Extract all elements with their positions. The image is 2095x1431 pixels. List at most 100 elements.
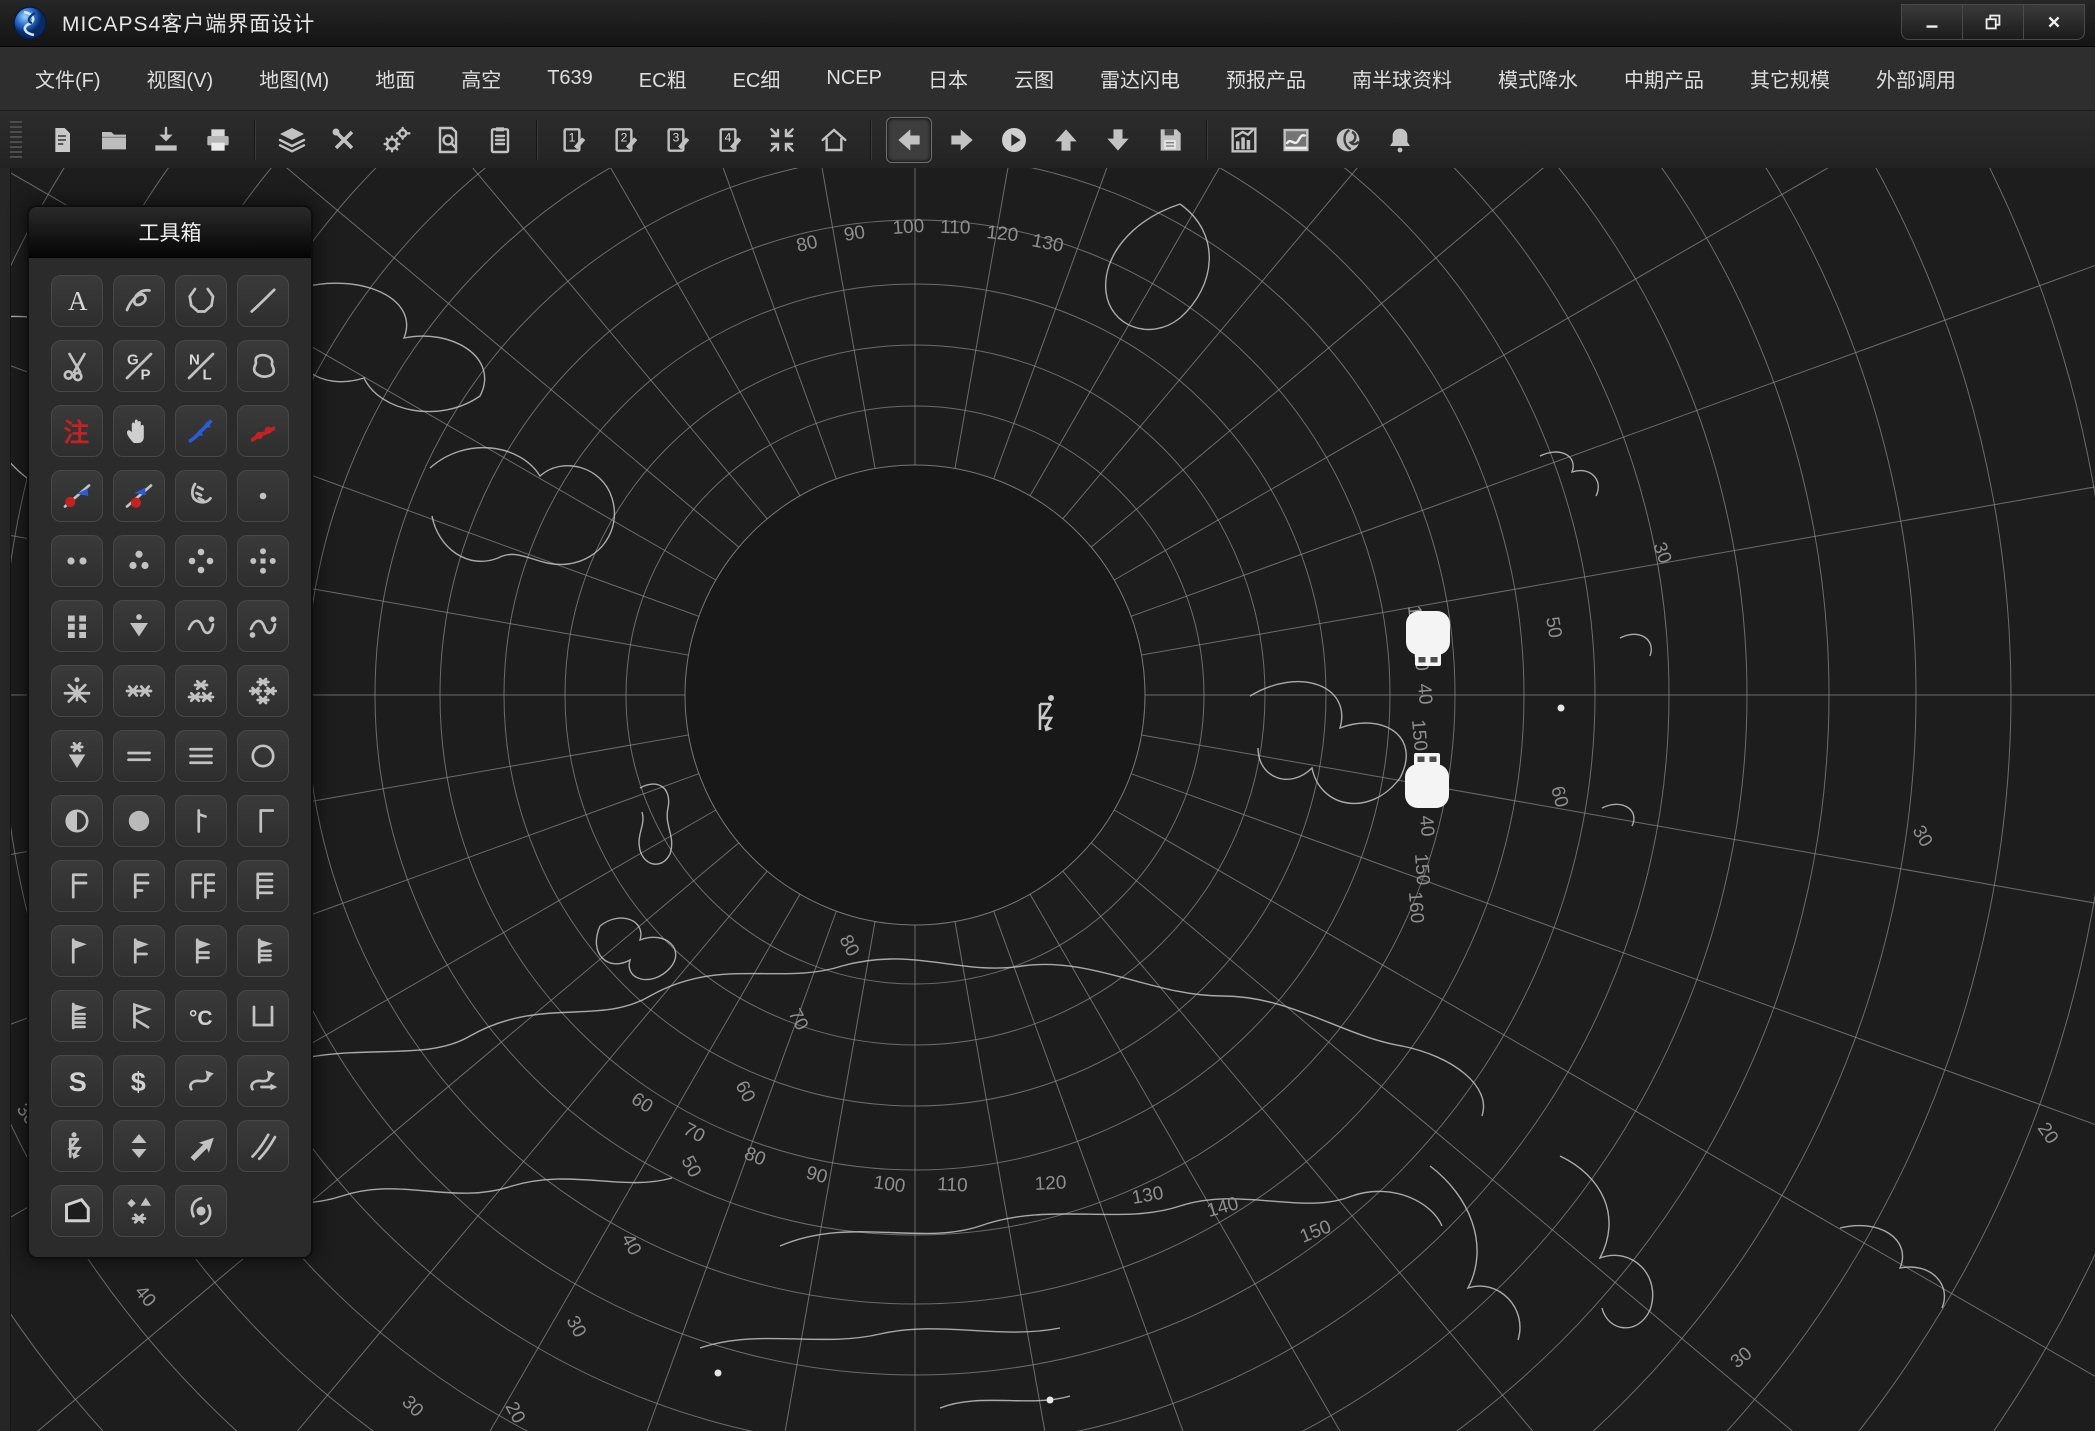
stat-chart-button[interactable]	[1222, 118, 1266, 162]
edit-page-3-button[interactable]: 3	[656, 118, 700, 162]
tool-scissors-cut[interactable]	[51, 340, 103, 392]
menu-item-6[interactable]: T639	[524, 67, 616, 90]
nav-back-button[interactable]	[886, 117, 932, 163]
curve-chart-button[interactable]	[1274, 118, 1318, 162]
tool-circle-half[interactable]	[51, 795, 103, 847]
save-download-button[interactable]	[144, 118, 188, 162]
tool-dots-four[interactable]	[175, 535, 227, 587]
tool-dots-three[interactable]	[113, 535, 165, 587]
tool-wave-dot[interactable]	[175, 600, 227, 652]
tool-dot-single[interactable]	[237, 470, 289, 522]
edit-page-2-button[interactable]: 2	[604, 118, 648, 162]
tool-flag-plain[interactable]	[51, 925, 103, 977]
nav-forward-button[interactable]	[940, 118, 984, 162]
menu-item-7[interactable]: EC粗	[616, 64, 710, 93]
tool-snow-star-dot[interactable]	[51, 665, 103, 717]
tool-snow-three[interactable]	[175, 665, 227, 717]
menu-item-10[interactable]: 日本	[905, 64, 991, 93]
tool-dots-five[interactable]	[237, 535, 289, 587]
tool-warm-front[interactable]	[237, 405, 289, 457]
nav-up-button[interactable]	[1044, 118, 1088, 162]
new-document-button[interactable]	[40, 118, 84, 162]
tool-flag-four-lines[interactable]	[51, 990, 103, 1042]
tool-curve-pen[interactable]	[113, 275, 165, 327]
tool-letter-s[interactable]: S	[51, 1055, 103, 1107]
tool-snow-two[interactable]	[113, 665, 165, 717]
toolbar-grip-handle[interactable]	[10, 121, 22, 159]
tool-flag-two-lines[interactable]	[175, 925, 227, 977]
tool-gp-switch[interactable]: GP	[113, 340, 165, 392]
home-button[interactable]	[812, 118, 856, 162]
tool-smooth-curve[interactable]	[237, 275, 289, 327]
toolbox-panel[interactable]: 工具箱 AGPNL注°CS$	[27, 205, 313, 1259]
menu-item-17[interactable]: 其它规模	[1727, 64, 1853, 93]
tool-double-curve[interactable]	[237, 1120, 289, 1172]
menu-item-14[interactable]: 南半球资料	[1329, 64, 1475, 93]
tool-cold-front[interactable]	[175, 405, 227, 457]
menu-item-15[interactable]: 模式降水	[1475, 64, 1601, 93]
menu-item-11[interactable]: 云图	[991, 64, 1077, 93]
tool-flag-one-line[interactable]	[113, 925, 165, 977]
menu-item-4[interactable]: 地面	[352, 64, 438, 93]
menu-item-1[interactable]: 文件(F)	[12, 64, 124, 93]
menu-item-18[interactable]: 外部调用	[1853, 64, 1979, 93]
tool-celsius[interactable]: °C	[175, 990, 227, 1042]
preview-document-button[interactable]	[426, 118, 470, 162]
tool-wave-two-dots[interactable]	[237, 600, 289, 652]
tool-barb-one[interactable]	[237, 795, 289, 847]
station-dot[interactable]	[1558, 705, 1565, 712]
tool-s-arrow[interactable]	[175, 1055, 227, 1107]
tool-text-a[interactable]: A	[51, 275, 103, 327]
tool-dots-two[interactable]	[51, 535, 103, 587]
shrink-view-button[interactable]	[760, 118, 804, 162]
tool-flag-three-lines[interactable]	[237, 925, 289, 977]
print-button[interactable]	[196, 118, 240, 162]
tools-button[interactable]	[322, 118, 366, 162]
tool-annotate-note[interactable]: 注	[51, 405, 103, 457]
settings-gears-button[interactable]	[374, 118, 418, 162]
tool-closed-curve[interactable]	[237, 340, 289, 392]
tool-barb-two[interactable]	[51, 860, 103, 912]
tool-symbol-combo[interactable]	[113, 1185, 165, 1237]
save-floppy-button[interactable]	[1148, 118, 1192, 162]
menu-item-16[interactable]: 中期产品	[1601, 64, 1727, 93]
menu-item-5[interactable]: 高空	[438, 64, 524, 93]
tool-barb-half[interactable]	[175, 795, 227, 847]
tool-circle-filled[interactable]	[113, 795, 165, 847]
tool-shear-line[interactable]	[175, 470, 227, 522]
tool-triangle-snow[interactable]	[51, 730, 103, 782]
usb-up[interactable]	[1405, 753, 1449, 808]
clipboard-button[interactable]	[478, 118, 522, 162]
tool-stationary-front[interactable]	[113, 470, 165, 522]
menu-item-2[interactable]: 视图(V)	[124, 64, 237, 93]
tool-grid-blocks[interactable]	[51, 600, 103, 652]
left-panel-edge[interactable]	[0, 168, 11, 1431]
tool-flag-slash[interactable]	[113, 990, 165, 1042]
nav-down-button[interactable]	[1096, 118, 1140, 162]
station-dot[interactable]	[715, 1370, 722, 1377]
tool-triangle-down-dot[interactable]	[113, 600, 165, 652]
tool-barb-four[interactable]	[237, 860, 289, 912]
nav-play-button[interactable]	[992, 118, 1036, 162]
edit-page-4-button[interactable]: 4	[708, 118, 752, 162]
tool-thunderstorm[interactable]	[51, 1120, 103, 1172]
tool-nl-switch[interactable]: NL	[175, 340, 227, 392]
station-dot[interactable]	[1047, 1397, 1054, 1404]
tool-lines-two[interactable]	[113, 730, 165, 782]
tool-open-polyline[interactable]	[175, 275, 227, 327]
globe-button[interactable]	[1326, 118, 1370, 162]
tool-snow-four[interactable]	[237, 665, 289, 717]
menu-item-12[interactable]: 雷达闪电	[1077, 64, 1203, 93]
tool-barb-pair[interactable]	[175, 860, 227, 912]
restore-button[interactable]	[1962, 5, 2023, 39]
tool-s-double-arrow[interactable]	[237, 1055, 289, 1107]
tool-circle-outline[interactable]	[237, 730, 289, 782]
tool-hand-pan[interactable]	[113, 405, 165, 457]
tool-square-open[interactable]	[237, 990, 289, 1042]
tool-arrow-ne[interactable]	[175, 1120, 227, 1172]
menu-item-13[interactable]: 预报产品	[1203, 64, 1329, 93]
tool-occluded-front[interactable]	[51, 470, 103, 522]
open-folder-button[interactable]	[92, 118, 136, 162]
layers-button[interactable]	[270, 118, 314, 162]
close-button[interactable]	[2023, 5, 2084, 39]
